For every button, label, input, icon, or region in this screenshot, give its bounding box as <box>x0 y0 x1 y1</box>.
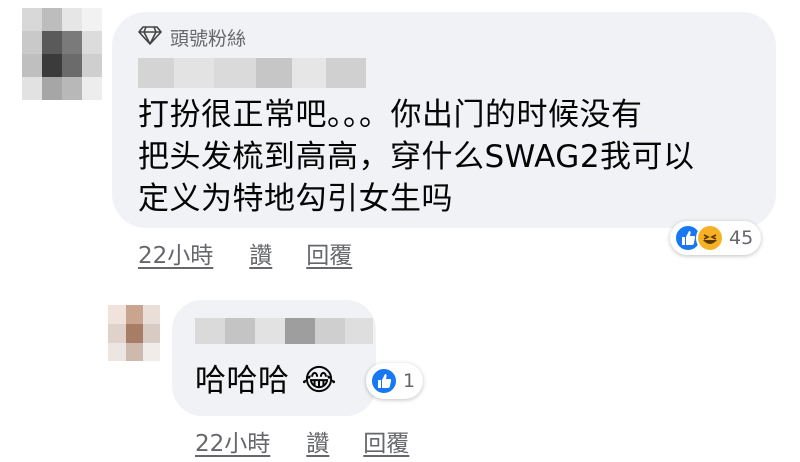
avatar-commenter-2[interactable] <box>108 305 160 361</box>
comment-text-reply: 哈哈哈 😂 <box>195 360 337 402</box>
badge-label: 頭號粉絲 <box>170 28 247 50</box>
reply-button[interactable]: 回覆 <box>306 236 352 270</box>
blurred-commenter-name[interactable] <box>138 58 366 88</box>
like-button[interactable]: 讚 <box>306 424 329 458</box>
avatar-commenter-1[interactable] <box>22 8 102 100</box>
like-icon <box>370 367 398 395</box>
diamond-icon <box>138 25 162 50</box>
comment-text-main: 打扮很正常吧。。。你出门的时候没有 把头发梳到高高，穿什么SWAG2我可以 定义… <box>138 97 695 217</box>
reaction-count-main: 45 <box>729 227 754 249</box>
tears-of-joy-emoji: 😂 <box>301 363 338 398</box>
reply-button[interactable]: 回覆 <box>363 424 409 458</box>
top-fan-badge[interactable]: 頭號粉絲 <box>138 24 246 51</box>
reaction-count-reply: 1 <box>403 370 416 392</box>
timestamp-link[interactable]: 22小時 <box>138 236 213 270</box>
haha-icon <box>696 224 724 252</box>
comment-actions-main: 22小時 讚 回覆 <box>138 236 352 270</box>
comment-actions-reply: 22小時 讚 回覆 <box>195 424 409 458</box>
like-button[interactable]: 讚 <box>249 236 272 270</box>
timestamp-link[interactable]: 22小時 <box>195 424 270 458</box>
blurred-reply-name[interactable] <box>195 318 373 344</box>
reaction-summary-reply[interactable]: 1 <box>366 363 424 399</box>
reply-text: 哈哈哈 <box>195 363 290 399</box>
reaction-summary-main[interactable]: 45 <box>670 221 762 255</box>
